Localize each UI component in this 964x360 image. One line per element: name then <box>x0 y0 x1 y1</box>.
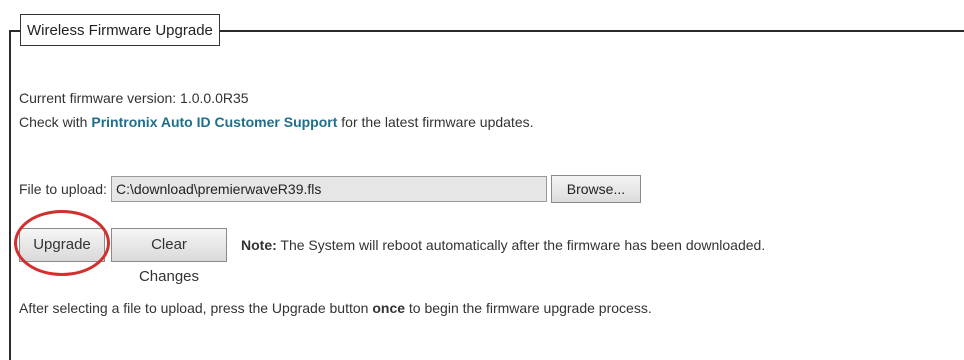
support-suffix-text: for the latest firmware updates. <box>337 114 534 130</box>
current-firmware-version: Current firmware version: 1.0.0.0R35 <box>19 90 249 106</box>
action-row: Upgrade Clear Changes Note: The System w… <box>19 228 765 285</box>
section-title: Wireless Firmware Upgrade <box>20 14 220 46</box>
file-upload-row: File to upload: C:\download\premierwaveR… <box>19 175 641 203</box>
file-path-field[interactable]: C:\download\premierwaveR39.fls <box>110 176 547 202</box>
reboot-note: Note: The System will reboot automatical… <box>241 237 765 253</box>
instructions-suffix: to begin the firmware upgrade process. <box>405 300 652 316</box>
note-text: The System will reboot automatically aft… <box>276 237 766 253</box>
clear-changes-button[interactable]: Clear Changes <box>111 228 227 285</box>
support-info-line: Check with Printronix Auto ID Customer S… <box>19 114 534 130</box>
upgrade-button[interactable]: Upgrade <box>19 228 105 262</box>
file-upload-label: File to upload: <box>19 181 107 197</box>
note-label: Note: <box>241 237 277 253</box>
instructions-prefix: After selecting a file to upload, press … <box>19 300 373 316</box>
firmware-upgrade-page: Wireless Firmware Upgrade Current firmwa… <box>0 0 964 360</box>
customer-support-link[interactable]: Printronix Auto ID Customer Support <box>91 114 337 130</box>
upgrade-instructions: After selecting a file to upload, press … <box>19 300 652 316</box>
instructions-emphasis: once <box>372 300 406 316</box>
support-prefix-text: Check with <box>19 114 92 130</box>
browse-button[interactable]: Browse... <box>550 175 641 203</box>
